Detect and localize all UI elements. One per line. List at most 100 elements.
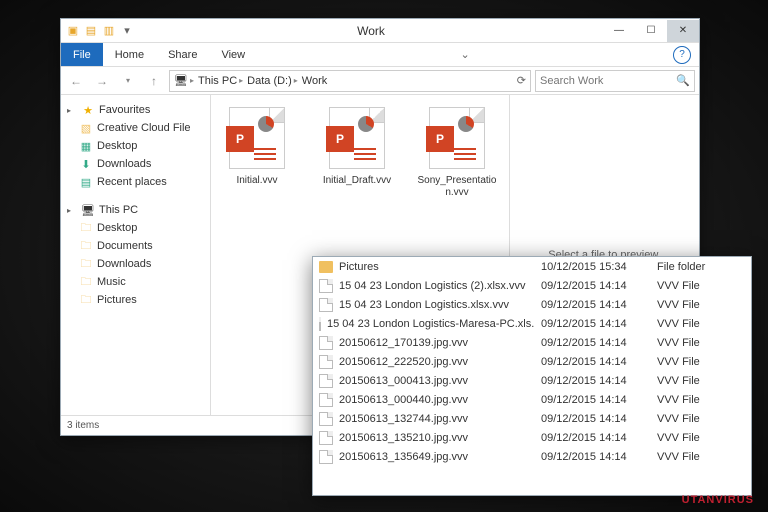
file-date: 09/12/2015 14:14 — [541, 337, 651, 349]
qat-icon[interactable]: ▥ — [101, 23, 117, 39]
file-date: 09/12/2015 14:14 — [541, 318, 651, 330]
refresh-icon[interactable]: ⟳ — [517, 74, 526, 87]
powerpoint-icon: P — [429, 107, 485, 169]
folder-icon: 🗀 — [79, 293, 93, 307]
file-date: 09/12/2015 14:14 — [541, 280, 651, 292]
file-name: 20150613_135649.jpg.vvv — [319, 450, 535, 464]
list-row[interactable]: 20150613_000413.jpg.vvv09/12/2015 14:14V… — [313, 371, 751, 390]
crumb[interactable]: Data (D:) — [247, 75, 292, 87]
document-icon — [319, 431, 333, 445]
file-type: VVV File — [657, 375, 745, 387]
list-row[interactable]: 20150612_222520.jpg.vvv 09/12/2015 14:14 V… — [313, 352, 751, 371]
ribbon-tab-home[interactable]: Home — [103, 43, 156, 66]
file-item[interactable]: P Sony_Presentatio n.vvv — [417, 107, 497, 199]
explorer-list-panel: Pictures10/12/2015 15:34File folder15 04… — [312, 256, 752, 496]
document-icon — [319, 393, 333, 407]
document-icon — [319, 336, 333, 350]
file-item[interactable]: P Initial_Draft.vvv — [317, 107, 397, 187]
file-date: 09/12/2015 14:14 — [541, 394, 651, 406]
desktop-icon: ▦ — [79, 139, 93, 153]
folder-icon: ▣ — [65, 23, 81, 39]
folder-icon: 🗀 — [79, 221, 93, 235]
file-date: 09/12/2015 14:14 — [541, 299, 651, 311]
titlebar[interactable]: ▣ ▤ ▥ ▾ Work — ☐ ✕ — [61, 19, 699, 43]
file-name: 20150613_000413.jpg.vvv — [319, 374, 535, 388]
list-row[interactable]: 20150612_170139.jpg.vvv09/12/2015 14:14V… — [313, 333, 751, 352]
folder-icon: ▧ — [79, 121, 93, 135]
recent-icon: ▤ — [79, 175, 93, 189]
file-type: VVV File — [657, 394, 745, 406]
ribbon: File Home Share View ⌄ ? — [61, 43, 699, 67]
sidebar-thispc[interactable]: ▸🖥This PC — [65, 201, 206, 219]
file-name: Pictures — [319, 261, 535, 273]
sidebar-item-music[interactable]: 🗀Music — [65, 273, 206, 291]
sidebar-item-desktop[interactable]: 🗀Desktop — [65, 219, 206, 237]
breadcrumb[interactable]: 🖥 ▸This PC ▸Data (D:) ▸Work ⟳ — [169, 70, 531, 92]
file-type: VVV File — [657, 413, 745, 425]
file-date: 09/12/2015 14:14 — [541, 356, 651, 368]
sidebar-item-documents[interactable]: 🗀Documents — [65, 237, 206, 255]
ribbon-expand-icon[interactable]: ⌄ — [448, 43, 481, 66]
minimize-button[interactable]: — — [603, 20, 635, 42]
document-icon — [319, 279, 333, 293]
file-name: 15 04 23 London Logistics-Maresa-PC.xls.… — [319, 317, 535, 331]
file-date: 09/12/2015 14:14 — [541, 451, 651, 463]
folder-icon: 🗀 — [79, 257, 93, 271]
sidebar-item[interactable]: ▧Creative Cloud File — [65, 119, 206, 137]
sidebar-favourites[interactable]: ▸★Favourites — [65, 101, 206, 119]
pc-icon: 🖥 — [174, 74, 188, 88]
list-row[interactable]: 20150613_135210.jpg.vvv09/12/2015 14:14V… — [313, 428, 751, 447]
file-name: 15 04 23 London Logistics.xlsx.vvv — [319, 298, 535, 312]
sidebar-item-downloads[interactable]: 🗀Downloads — [65, 255, 206, 273]
ribbon-tab-file[interactable]: File — [61, 43, 103, 66]
search-box[interactable]: 🔍 — [535, 70, 695, 92]
list-row[interactable]: 20150613_000440.jpg.vvv 09/12/2015 14:14 V… — [313, 390, 751, 409]
history-dropdown[interactable]: ▾ — [117, 70, 139, 92]
document-icon — [319, 374, 333, 388]
sidebar-item-desktop[interactable]: ▦Desktop — [65, 137, 206, 155]
sidebar-item-pictures[interactable]: 🗀Pictures — [65, 291, 206, 309]
document-icon — [319, 317, 321, 331]
back-button[interactable]: ← — [65, 70, 87, 92]
sidebar-item-downloads[interactable]: ⬇Downloads — [65, 155, 206, 173]
file-name: 20150613_000440.jpg.vvv — [319, 393, 535, 407]
navigation-pane: ▸★Favourites ▧Creative Cloud File ▦Deskt… — [61, 95, 211, 415]
crumb[interactable]: Work — [302, 75, 327, 87]
list-row[interactable]: 20150613_135649.jpg.vvv 09/12/2015 14:14 V… — [313, 447, 751, 466]
file-name: 20150613_135210.jpg.vvv — [319, 431, 535, 445]
sidebar-item-recent[interactable]: ▤Recent places — [65, 173, 206, 191]
list-row[interactable]: 15 04 23 London Logistics.xlsx.vvv 09/12/… — [313, 295, 751, 314]
list-row[interactable]: 15 04 23 London Logistics-Maresa-PC.xls.… — [313, 314, 751, 333]
address-bar: ← → ▾ ↑ 🖥 ▸This PC ▸Data (D:) ▸Work ⟳ 🔍 — [61, 67, 699, 95]
search-input[interactable] — [540, 75, 660, 87]
document-icon — [319, 298, 333, 312]
powerpoint-icon: P — [229, 107, 285, 169]
forward-button[interactable]: → — [91, 70, 113, 92]
pc-icon: 🖥 — [81, 203, 95, 217]
file-date: 10/12/2015 15:34 — [541, 261, 651, 273]
list-row[interactable]: 20150613_132744.jpg.vvv09/12/2015 14:14V… — [313, 409, 751, 428]
file-list[interactable]: Pictures10/12/2015 15:34File folder15 04… — [313, 257, 751, 466]
crumb[interactable]: This PC — [198, 75, 237, 87]
close-button[interactable]: ✕ — [667, 20, 699, 42]
up-button[interactable]: ↑ — [143, 70, 165, 92]
ribbon-tab-view[interactable]: View — [209, 43, 257, 66]
list-row[interactable]: 15 04 23 London Logistics (2).xlsx.vvv09… — [313, 276, 751, 295]
document-icon — [319, 355, 333, 369]
quick-access-toolbar: ▣ ▤ ▥ ▾ — [61, 23, 139, 39]
ribbon-tab-share[interactable]: Share — [156, 43, 209, 66]
qat-dropdown-icon[interactable]: ▾ — [119, 23, 135, 39]
window-title: Work — [139, 24, 603, 38]
file-item[interactable]: P Initial.vvv — [217, 107, 297, 187]
file-type: VVV File — [657, 318, 745, 330]
file-name: 20150612_222520.jpg.vvv — [319, 355, 535, 369]
list-row[interactable]: Pictures10/12/2015 15:34File folder — [313, 257, 751, 276]
file-type: VVV File — [657, 356, 745, 368]
powerpoint-icon: P — [329, 107, 385, 169]
downloads-icon: ⬇ — [79, 157, 93, 171]
star-icon: ★ — [81, 103, 95, 117]
file-type: VVV File — [657, 451, 745, 463]
qat-icon[interactable]: ▤ — [83, 23, 99, 39]
help-icon[interactable]: ? — [673, 46, 691, 64]
maximize-button[interactable]: ☐ — [635, 20, 667, 42]
